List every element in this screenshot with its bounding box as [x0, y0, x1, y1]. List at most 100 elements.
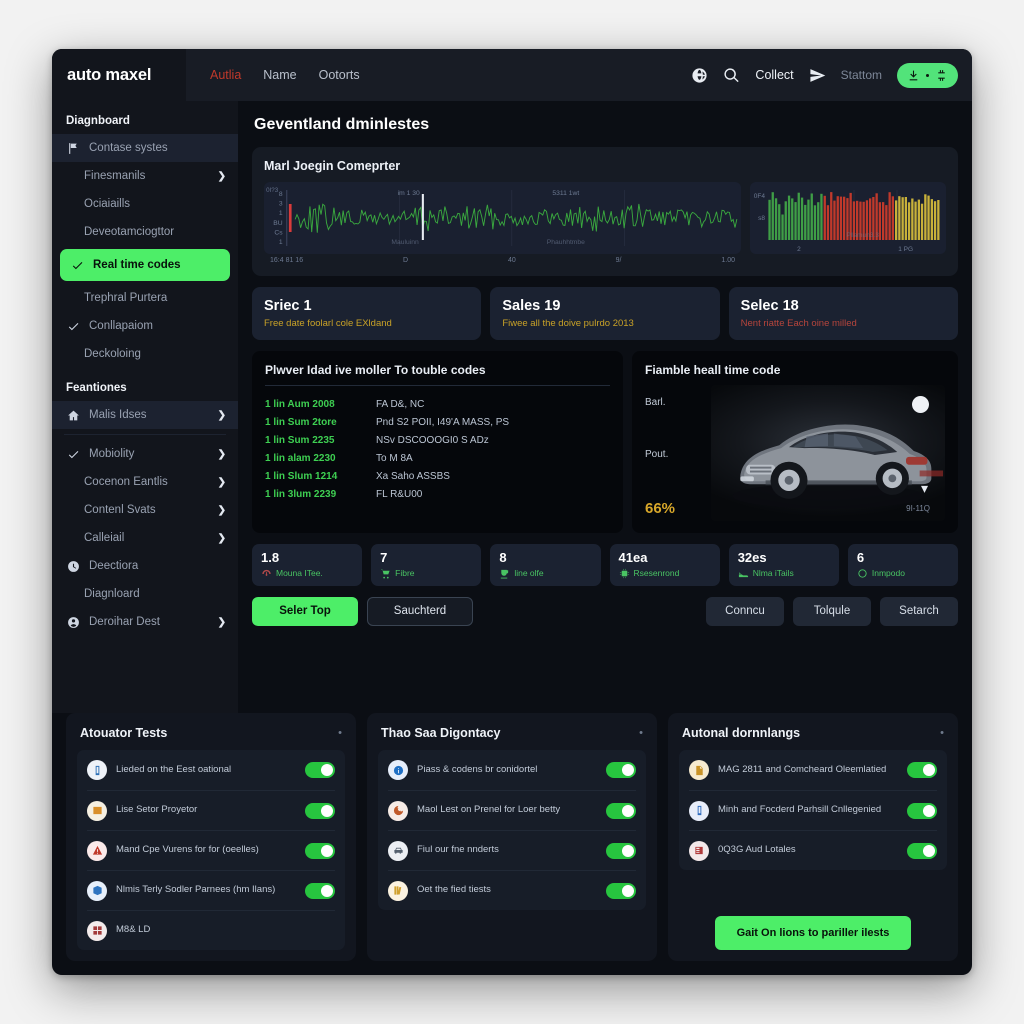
- stat-card[interactable]: Selec 18 Nent riatte Each oine milled: [728, 287, 958, 340]
- bottom-panel-item[interactable]: Mand Cpe Vurens for for (oeelles): [87, 830, 335, 870]
- sidebar-item-malis-idses[interactable]: Malis Idses ❯: [52, 401, 238, 429]
- trouble-code-row[interactable]: 1 lin alam 2230 To M 8A: [265, 449, 610, 467]
- sidebar-item-cocenon-eantlis[interactable]: Cocenon Eantlis ❯: [52, 468, 238, 496]
- gauge-icon: [262, 569, 271, 576]
- chevron-right-icon[interactable]: ❯: [218, 505, 226, 516]
- trouble-code-row[interactable]: 1 lin Aum 2008 FA D&, NC: [265, 395, 610, 413]
- toggle-switch[interactable]: [606, 882, 636, 899]
- sidebar-item-mobiolity[interactable]: Mobiolity ❯: [52, 440, 238, 468]
- chevron-right-icon[interactable]: ❯: [218, 533, 226, 544]
- svg-text:1: 1: [279, 210, 283, 217]
- more-icon[interactable]: •: [940, 727, 944, 739]
- metric-chip-line: Inmpodo: [857, 568, 949, 579]
- metric-chip-value: 7: [380, 550, 388, 565]
- ghost-button-setarch[interactable]: Setarch: [880, 596, 958, 626]
- toggle-switch[interactable]: [606, 842, 636, 859]
- sidebar-item-conllapaiom[interactable]: Conllapaiom: [52, 312, 238, 340]
- stat-card[interactable]: Sriec 1 Free date foolarl cole EXldand: [252, 287, 482, 340]
- toggle-switch[interactable]: [907, 762, 937, 778]
- bottom-panel-item[interactable]: MAG 2811 and Comcheard Oleemlatied: [689, 750, 937, 790]
- trouble-code-row[interactable]: 1 lin 3lum 2239 FL R&U00: [265, 485, 610, 503]
- metric-chip[interactable]: 32es Nlma iTails: [728, 544, 839, 586]
- search-icon[interactable]: [723, 67, 740, 84]
- chevron-down-icon[interactable]: ▾: [921, 480, 928, 497]
- chart-card-title: Marl Joegin Comeprter: [264, 159, 401, 173]
- chevron-right-icon[interactable]: ❯: [218, 477, 226, 488]
- trouble-code-row[interactable]: 1 lin Sum 2tore Pnd S2 POII, I49'A MASS, …: [265, 413, 610, 431]
- bottom-panel-item[interactable]: Nlmis Terly Sodler Parnees (hm Ilans): [87, 870, 335, 910]
- tab-ootorts[interactable]: Ootorts: [319, 68, 360, 82]
- chevron-right-icon[interactable]: ❯: [218, 171, 226, 182]
- metric-chip[interactable]: 1.8 Mouna ITee.: [252, 544, 363, 586]
- toggle-switch[interactable]: [907, 802, 937, 819]
- tab-autlia[interactable]: Autlia: [210, 68, 241, 82]
- download-button[interactable]: [897, 62, 958, 88]
- bottom-panel-item[interactable]: Minh and Focderd Parhsill Cnllegenied: [689, 790, 937, 830]
- grid-icon: [92, 926, 102, 935]
- bottom-panel-item[interactable]: Oet the fied tiests: [388, 870, 636, 910]
- sidebar-item-diagnloard[interactable]: Diagnloard: [52, 580, 238, 608]
- toggle-switch[interactable]: [606, 762, 636, 778]
- bar-chart[interactable]: 0F4 s8 Pllamun3.3 2 1 PG: [750, 182, 946, 254]
- vehicle-image[interactable]: ▾ 9I-11Q: [711, 385, 945, 521]
- primary-action-button[interactable]: Seler Top: [252, 596, 358, 626]
- brand-name: auto maxel: [67, 65, 152, 84]
- bottom-panel-cta-button[interactable]: Gait On lions to pariller ilests: [715, 916, 911, 950]
- sidebar-item-calleiail[interactable]: Calleiail ❯: [52, 524, 238, 552]
- more-icon[interactable]: •: [338, 727, 342, 739]
- globe-icon[interactable]: [691, 67, 708, 84]
- metric-chip[interactable]: 8 line olfe: [490, 544, 601, 586]
- toggle-switch[interactable]: [606, 802, 636, 819]
- waveform-chart[interactable]: 8 3 1 BU Cs 1 0I?3 im 1 30 5311 1wt Mauluinn Phauh…: [264, 182, 741, 254]
- waveform-x-tick: 40: [507, 257, 516, 264]
- trouble-codes-list: 1 lin Aum 2008 FA D&, NC 1 lin Sum 2tore Pn…: [265, 395, 610, 503]
- chevron-right-icon[interactable]: ❯: [218, 449, 226, 460]
- chevron-right-icon[interactable]: ❯: [218, 410, 226, 421]
- stat-card-subtitle: Fiwee all the doive pulrdo 2013: [502, 318, 634, 329]
- bottom-panel-item[interactable]: Lieded on the Eest oational: [87, 750, 335, 790]
- send-icon[interactable]: [809, 67, 826, 84]
- bottom-panel-item[interactable]: Maol Lest on Prenel for Loer betty: [388, 790, 636, 830]
- metric-chip[interactable]: 41ea Rsesenrond: [609, 544, 720, 586]
- bottom-panel-item[interactable]: M8& LD: [87, 910, 335, 950]
- sidebar-item-deckoloing[interactable]: Deckoloing: [52, 340, 238, 368]
- toggle-switch[interactable]: [305, 802, 335, 819]
- books-icon: [393, 886, 401, 895]
- sidebar-item-trephral-purtera[interactable]: Trephral Purtera: [52, 284, 238, 312]
- sidebar-item-contase-systes[interactable]: Contase systes: [52, 134, 238, 162]
- sidebar-item-deectiora[interactable]: Deectiora: [52, 552, 238, 580]
- svg-text:im 1 30: im 1 30: [398, 190, 420, 197]
- sidebar-item-deroihar-dest[interactable]: Deroihar Dest ❯: [52, 608, 238, 636]
- sidebar-item-deveotamciogttor[interactable]: Deveotamciogttor: [52, 218, 238, 246]
- metric-chip[interactable]: 7 Fibre: [371, 544, 482, 586]
- trouble-code-row[interactable]: 1 lin Sum 2235 NSv DSCOOOGI0 S ADz: [265, 431, 610, 449]
- toggle-switch[interactable]: [305, 842, 335, 859]
- bottom-panel-item-label: Minh and Focderd Parhsill Cnllegenied: [718, 804, 882, 816]
- vehicle-panel: Fiamble heall time code Barl. Pout. 66%: [632, 351, 958, 533]
- bottom-panel-item[interactable]: Fiul our fne nnderts: [388, 830, 636, 870]
- tab-name[interactable]: Name: [263, 68, 296, 82]
- stat-card[interactable]: Sales 19 Fiwee all the doive pulrdo 2013: [490, 287, 720, 340]
- chevron-right-icon[interactable]: ❯: [218, 617, 226, 628]
- collect-link[interactable]: Collect: [755, 68, 793, 82]
- sidebar-item-real-time-codes[interactable]: Real time codes: [60, 249, 230, 281]
- sidebar-item-finesmanils[interactable]: Finesmanils ❯: [52, 162, 238, 190]
- more-icon[interactable]: •: [639, 727, 643, 739]
- sidebar-item-ociaiaills[interactable]: Ociaiaills: [52, 190, 238, 218]
- toggle-switch[interactable]: [305, 882, 335, 899]
- vehicle-label-2: Pout.: [645, 448, 669, 460]
- bottom-panel-item[interactable]: Piass & codens br conidortel: [388, 750, 636, 790]
- trouble-code-row[interactable]: 1 lin Slum 1214 Xa Saho ASSBS: [265, 467, 610, 485]
- metric-chip[interactable]: 6 Inmpodo: [847, 544, 959, 586]
- toggle-switch[interactable]: [305, 762, 335, 778]
- secondary-action-button[interactable]: Sauchterd: [367, 596, 473, 626]
- sidebar-item-label: Deveotamciogttor: [84, 226, 175, 238]
- brand-logo[interactable]: auto maxel: [52, 49, 186, 101]
- trouble-codes-title: Plwver Idad ive moller To touble codes: [265, 363, 610, 386]
- bottom-panel-item[interactable]: Lise Setor Proyetor: [87, 790, 335, 830]
- ghost-button-tolqule[interactable]: Tolqule: [793, 596, 871, 626]
- bottom-panel-item[interactable]: 0Q3G Aud Lotales: [689, 830, 937, 870]
- sidebar-item-contenl-svats[interactable]: Contenl Svats ❯: [52, 496, 238, 524]
- ghost-button-conncu[interactable]: Conncu: [706, 596, 784, 626]
- toggle-switch[interactable]: [907, 842, 937, 859]
